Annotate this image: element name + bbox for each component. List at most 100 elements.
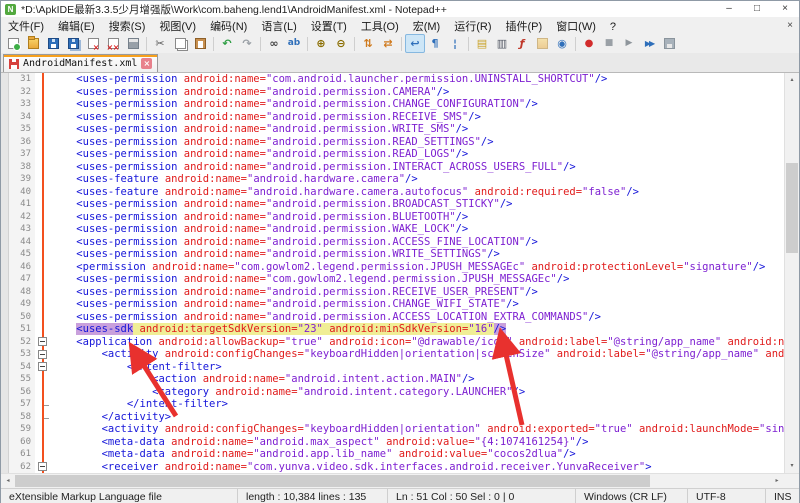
code-text[interactable]: <uses-permission android:name="android.p… (51, 123, 799, 136)
code-text[interactable]: <uses-permission android:name="com.andro… (51, 73, 799, 86)
menu-item-edit[interactable]: 编辑(E) (51, 20, 102, 34)
fold-collapse-icon[interactable] (38, 362, 47, 371)
code-lines[interactable]: 31 <uses-permission android:name="com.an… (1, 73, 799, 473)
code-text[interactable]: <uses-permission android:name="android.p… (51, 98, 799, 111)
fold-margin[interactable] (35, 223, 51, 236)
bookmark-margin[interactable] (1, 323, 9, 336)
editor-area[interactable]: 31 <uses-permission android:name="com.an… (1, 73, 799, 473)
code-line-40[interactable]: 40 <uses-feature android:name="android.h… (1, 186, 799, 199)
fold-margin[interactable] (35, 73, 51, 86)
fold-collapse-icon[interactable] (38, 337, 47, 346)
bookmark-margin[interactable] (1, 236, 9, 249)
code-text[interactable]: <category android:name="android.intent.c… (51, 386, 799, 399)
code-text[interactable]: <uses-permission android:name="android.p… (51, 298, 799, 311)
replace-icon[interactable]: ab (284, 34, 304, 53)
scroll-up-icon[interactable]: ▴ (785, 73, 799, 87)
fold-margin[interactable] (35, 311, 51, 324)
fold-margin[interactable] (35, 211, 51, 224)
fold-margin[interactable] (35, 236, 51, 249)
bookmark-margin[interactable] (1, 161, 9, 174)
fold-margin[interactable] (35, 273, 51, 286)
code-line-61[interactable]: 61 <meta-data android:name="android.app.… (1, 448, 799, 461)
code-line-55[interactable]: 55 <action android:name="android.intent.… (1, 373, 799, 386)
fold-margin[interactable] (35, 123, 51, 136)
paste-icon[interactable] (190, 34, 210, 53)
cut-icon[interactable]: ✂ (150, 34, 170, 53)
define-language-icon[interactable]: ▤ (472, 34, 492, 53)
fold-margin[interactable] (35, 136, 51, 149)
fold-margin[interactable] (35, 261, 51, 274)
code-text[interactable]: <intent-filter> (51, 361, 799, 374)
save-icon[interactable] (43, 34, 63, 53)
bookmark-margin[interactable] (1, 298, 9, 311)
menu-item-tools[interactable]: 工具(O) (354, 20, 406, 34)
bookmark-margin[interactable] (1, 273, 9, 286)
bookmark-margin[interactable] (1, 436, 9, 449)
fold-margin[interactable] (35, 423, 51, 436)
code-line-60[interactable]: 60 <meta-data android:name="android.max_… (1, 436, 799, 449)
tab-androidmanifest[interactable]: AndroidManifest.xml × (3, 54, 158, 72)
bookmark-margin[interactable] (1, 123, 9, 136)
code-line-50[interactable]: 50 <uses-permission android:name="androi… (1, 311, 799, 324)
folder-as-workspace-icon[interactable] (532, 34, 552, 53)
print-icon[interactable] (123, 34, 143, 53)
fold-margin[interactable] (35, 186, 51, 199)
code-text[interactable]: <uses-permission android:name="android.p… (51, 223, 799, 236)
bookmark-margin[interactable] (1, 373, 9, 386)
fold-margin[interactable] (35, 161, 51, 174)
menu-item-plugins[interactable]: 插件(P) (499, 20, 550, 34)
code-line-33[interactable]: 33 <uses-permission android:name="androi… (1, 98, 799, 111)
code-text[interactable]: <permission android:name="com.gowlom2.le… (51, 261, 799, 274)
code-line-42[interactable]: 42 <uses-permission android:name="androi… (1, 211, 799, 224)
menu-item-run[interactable]: 运行(R) (447, 20, 498, 34)
menu-item-macro[interactable]: 宏(M) (406, 20, 448, 34)
code-line-59[interactable]: 59 <activity android:configChanges="keyb… (1, 423, 799, 436)
record-macro-icon[interactable]: ● (579, 34, 599, 53)
code-text[interactable]: <uses-permission android:name="android.p… (51, 248, 799, 261)
code-line-53[interactable]: 53 <activity android:configChanges="keyb… (1, 348, 799, 361)
code-text[interactable]: <uses-permission android:name="android.p… (51, 161, 799, 174)
close-all-icon[interactable] (103, 34, 123, 53)
fold-margin[interactable] (35, 461, 51, 474)
code-line-47[interactable]: 47 <uses-permission android:name="com.go… (1, 273, 799, 286)
horizontal-scrollbar[interactable]: ◂ ▸ (1, 473, 799, 488)
code-line-32[interactable]: 32 <uses-permission android:name="androi… (1, 86, 799, 99)
scroll-right-icon[interactable]: ▸ (770, 474, 784, 488)
menu-item-file[interactable]: 文件(F) (1, 20, 51, 34)
code-line-48[interactable]: 48 <uses-permission android:name="androi… (1, 286, 799, 299)
code-line-62[interactable]: 62 <receiver android:name="com.yunva.vid… (1, 461, 799, 474)
menu-item-help[interactable]: ? (603, 20, 623, 34)
stop-macro-icon[interactable]: ■ (599, 34, 619, 53)
code-line-58[interactable]: 58 </activity> (1, 411, 799, 424)
sync-horizontal-scroll-icon[interactable]: ⇄ (378, 34, 398, 53)
close-file-icon[interactable] (83, 34, 103, 53)
fold-margin[interactable] (35, 98, 51, 111)
code-line-51[interactable]: 51 <uses-sdk android:targetSdkVersion="2… (1, 323, 799, 336)
fold-margin[interactable] (35, 411, 51, 424)
fold-margin[interactable] (35, 448, 51, 461)
function-list-icon[interactable]: ƒ (512, 34, 532, 53)
code-text[interactable]: <uses-feature android:name="android.hard… (51, 173, 799, 186)
bookmark-margin[interactable] (1, 461, 9, 474)
fold-margin[interactable] (35, 286, 51, 299)
code-line-34[interactable]: 34 <uses-permission android:name="androi… (1, 111, 799, 124)
fold-margin[interactable] (35, 386, 51, 399)
maximize-button[interactable]: □ (743, 1, 771, 17)
close-document-icon[interactable]: × (781, 20, 799, 31)
bookmark-margin[interactable] (1, 173, 9, 186)
menu-item-language[interactable]: 语言(L) (254, 20, 303, 34)
bookmark-margin[interactable] (1, 398, 9, 411)
document-map-icon[interactable]: ▥ (492, 34, 512, 53)
code-text[interactable]: <uses-permission android:name="com.gowlo… (51, 273, 799, 286)
fold-margin[interactable] (35, 198, 51, 211)
fold-margin[interactable] (35, 173, 51, 186)
bookmark-margin[interactable] (1, 73, 9, 86)
fold-margin[interactable] (35, 373, 51, 386)
play-macro-icon[interactable]: ▶ (619, 34, 639, 53)
close-button[interactable]: × (771, 1, 799, 17)
code-text[interactable]: <uses-permission android:name="android.p… (51, 286, 799, 299)
undo-icon[interactable]: ↶ (217, 34, 237, 53)
copy-icon[interactable] (170, 34, 190, 53)
save-all-icon[interactable] (63, 34, 83, 53)
code-text[interactable]: <meta-data android:name="android.app.lib… (51, 448, 799, 461)
